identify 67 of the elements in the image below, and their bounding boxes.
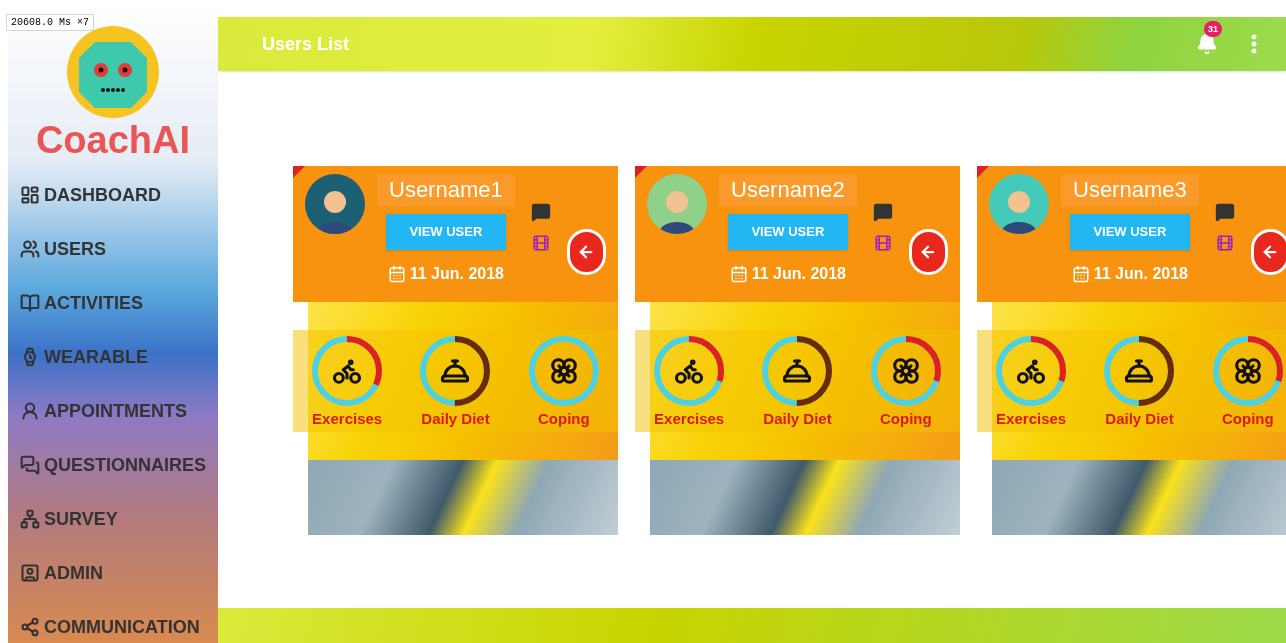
stat-label: Exercises xyxy=(654,409,725,429)
calendar-icon xyxy=(729,265,748,283)
corner-mark xyxy=(635,166,647,178)
nav-item[interactable]: USERS xyxy=(8,222,218,276)
network-icon xyxy=(20,509,40,529)
flower-icon xyxy=(890,356,921,386)
view-user-button[interactable]: VIEW USER xyxy=(1069,214,1190,250)
nav-item[interactable]: ADMIN xyxy=(8,546,218,600)
username: Username3 xyxy=(1061,174,1199,206)
chat-icon xyxy=(20,455,40,475)
bike-icon xyxy=(332,356,363,386)
nav-item[interactable]: ACTIVITIES xyxy=(8,276,218,330)
avatar xyxy=(989,174,1049,234)
cloche-icon xyxy=(1124,356,1155,386)
nav-item[interactable]: WEARABLE xyxy=(8,330,218,384)
page-title: Users List xyxy=(262,32,350,56)
film-icon[interactable] xyxy=(1215,234,1234,252)
film-icon[interactable] xyxy=(873,234,892,252)
date: 11 Jun. 2018 xyxy=(1093,264,1188,284)
share-icon xyxy=(20,617,40,637)
brand-name: CoachAI xyxy=(35,120,191,160)
nav-item[interactable]: DASHBOARD xyxy=(8,168,218,222)
corner-mark xyxy=(977,166,989,178)
stat-label: Coping xyxy=(1222,409,1274,429)
flower-icon xyxy=(1232,356,1263,386)
back-button[interactable] xyxy=(908,229,948,275)
flower-icon xyxy=(548,356,579,386)
stat-label: Coping xyxy=(538,409,590,429)
view-user-button[interactable]: VIEW USER xyxy=(385,214,506,250)
stat-label: Exercises xyxy=(996,409,1067,429)
chat-icon[interactable] xyxy=(530,202,551,222)
view-user-button[interactable]: VIEW USER xyxy=(727,214,848,250)
users-icon xyxy=(20,239,40,259)
nav-item[interactable]: APPOINTMENTS xyxy=(8,384,218,438)
nav-item[interactable]: SURVEY xyxy=(8,492,218,546)
debug-overlay: 20608.0 Ms ×7 xyxy=(6,14,94,31)
bell-icon[interactable] xyxy=(1196,33,1218,55)
username: Username2 xyxy=(719,174,857,206)
corner-mark xyxy=(293,166,305,178)
person-icon xyxy=(20,401,40,421)
username: Username1 xyxy=(377,174,515,206)
calendar-icon xyxy=(1071,265,1090,283)
chat-icon[interactable] xyxy=(872,202,893,222)
date: 11 Jun. 2018 xyxy=(409,264,504,284)
stat-label: Daily Diet xyxy=(763,409,832,429)
bike-icon xyxy=(674,356,705,386)
avatar xyxy=(305,174,365,234)
avatar xyxy=(647,174,707,234)
nav-item[interactable]: COMMUNICATION xyxy=(8,600,218,643)
date: 11 Jun. 2018 xyxy=(751,264,846,284)
nav-item[interactable]: QUESTIONNAIRES xyxy=(8,438,218,492)
stat-label: Daily Diet xyxy=(421,409,490,429)
dashboard-icon xyxy=(20,185,40,205)
chat-icon[interactable] xyxy=(1214,202,1235,222)
cloche-icon xyxy=(782,356,813,386)
notification-badge: 31 xyxy=(1204,21,1222,37)
back-button[interactable] xyxy=(566,229,606,275)
back-button[interactable] xyxy=(1250,229,1286,275)
user-square-icon xyxy=(20,563,40,583)
cloche-icon xyxy=(440,356,471,386)
book-icon xyxy=(20,293,40,313)
calendar-icon xyxy=(387,265,406,283)
stat-label: Daily Diet xyxy=(1105,409,1174,429)
stat-label: Exercises xyxy=(312,409,383,429)
stat-label: Coping xyxy=(880,409,932,429)
bike-icon xyxy=(1016,356,1047,386)
film-icon[interactable] xyxy=(531,234,550,252)
